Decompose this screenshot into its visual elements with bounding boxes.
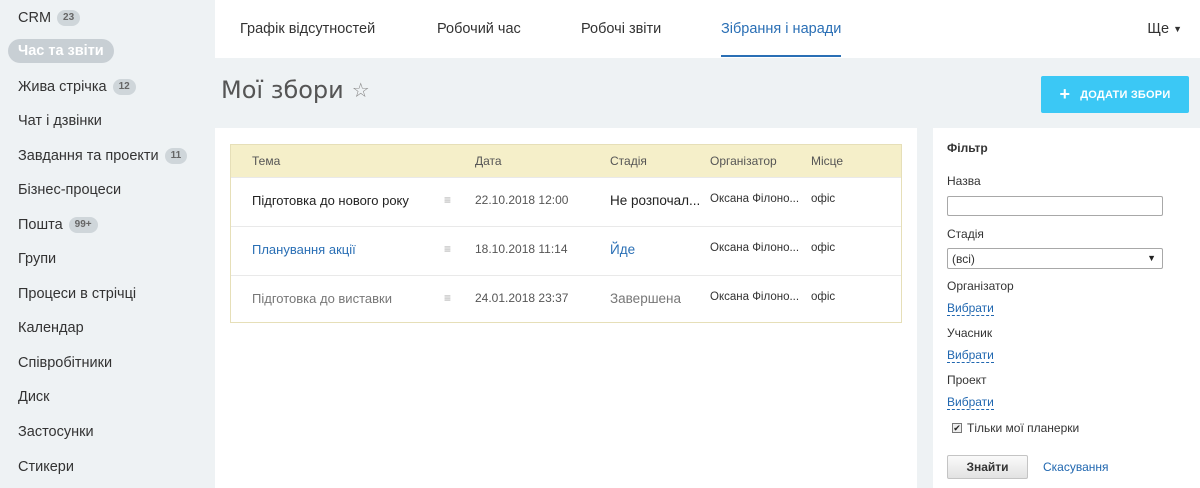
sidebar-item-crm[interactable]: CRM 23 xyxy=(8,6,90,30)
row-menu-icon[interactable]: ≡ xyxy=(444,193,451,207)
sidebar-item-label: Співробітники xyxy=(18,355,113,371)
counter-badge: 11 xyxy=(164,148,188,164)
stage-select-value: (всі) xyxy=(952,252,975,266)
chevron-down-icon: ▼ xyxy=(1147,253,1156,263)
column-header-topic[interactable]: Тема xyxy=(252,154,280,168)
plus-icon: + xyxy=(1059,84,1071,104)
filter-panel: Фільтр Назва Стадія (всі) ▼ Організатор … xyxy=(933,128,1200,488)
sidebar-item-label: Застосунки xyxy=(18,424,94,440)
row-menu-icon[interactable]: ≡ xyxy=(444,291,451,305)
table-header: Тема Дата Стадія Організатор Місце xyxy=(231,145,901,177)
meeting-date: 22.10.2018 12:00 xyxy=(475,193,569,207)
column-header-organizer[interactable]: Організатор xyxy=(710,154,777,168)
find-button[interactable]: Знайти xyxy=(947,455,1028,479)
sidebar-item-label: Жива стрічка xyxy=(18,79,107,95)
sidebar-item-label: Групи xyxy=(18,251,57,267)
sidebar-item-label: CRM xyxy=(18,10,52,26)
counter-badge: 12 xyxy=(112,79,136,95)
table-row[interactable]: Підготовка до виставки ≡ 24.01.2018 23:3… xyxy=(231,275,901,324)
sidebar-item-live-feed[interactable]: Жива стрічка 12 xyxy=(8,75,146,99)
choose-project-link[interactable]: Вибрати xyxy=(947,395,994,410)
add-meeting-button[interactable]: + ДОДАТИ ЗБОРИ xyxy=(1041,76,1189,113)
column-header-date[interactable]: Дата xyxy=(475,154,502,168)
sidebar-item-label: Завдання та проекти xyxy=(18,148,159,164)
main-panel: Тема Дата Стадія Організатор Місце Підго… xyxy=(215,128,917,488)
meeting-stage: Йде xyxy=(610,242,636,257)
name-input[interactable] xyxy=(947,196,1163,216)
name-label: Назва xyxy=(947,174,981,188)
sidebar-item-stickers[interactable]: Стикери xyxy=(8,455,84,479)
choose-organizer-link[interactable]: Вибрати xyxy=(947,301,994,316)
sidebar-item-label: Стикери xyxy=(18,459,74,475)
counter-badge: 99+ xyxy=(68,217,98,233)
table-row[interactable]: Підготовка до нового року ≡ 22.10.2018 1… xyxy=(231,177,901,226)
meeting-topic[interactable]: Підготовка до нового року xyxy=(252,193,409,208)
participant-label: Учасник xyxy=(947,326,993,340)
meeting-stage: Не розпочал... xyxy=(610,193,701,208)
column-header-stage[interactable]: Стадія xyxy=(610,154,647,168)
only-mine-label: Тільки мої планерки xyxy=(967,421,1080,435)
sidebar-item-groups[interactable]: Групи xyxy=(8,247,66,271)
sidebar-item-drive[interactable]: Диск xyxy=(8,385,60,409)
only-mine-checkbox-row[interactable]: ✔ Тільки мої планерки xyxy=(952,421,1079,435)
sidebar-item-calendar[interactable]: Календар xyxy=(8,316,94,340)
star-icon[interactable]: ☆ xyxy=(352,78,370,102)
meeting-topic[interactable]: Підготовка до виставки xyxy=(252,291,392,306)
page-title-row: Мої збори ☆ xyxy=(221,76,370,104)
choose-participant-link[interactable]: Вибрати xyxy=(947,348,994,363)
sidebar-item-label: Бізнес-процеси xyxy=(18,182,122,198)
more-label: Ще xyxy=(1147,21,1170,37)
sidebar-item-applications[interactable]: Застосунки xyxy=(8,420,104,444)
sidebar-item-label: Диск xyxy=(18,389,50,405)
meeting-date: 18.10.2018 11:14 xyxy=(475,242,568,256)
row-menu-icon[interactable]: ≡ xyxy=(444,242,451,256)
sidebar-item-mail[interactable]: Пошта 99+ xyxy=(8,213,108,237)
sidebar-item-tasks-projects[interactable]: Завдання та проекти 11 xyxy=(8,144,197,168)
sidebar-item-chat-calls[interactable]: Чат і дзвінки xyxy=(8,109,112,133)
meeting-organizer: Оксана Філоно... xyxy=(710,242,800,254)
table-row[interactable]: Планування акції ≡ 18.10.2018 11:14 Йде … xyxy=(231,226,901,275)
sidebar-item-label: Календар xyxy=(18,320,84,336)
tab-meetings[interactable]: Зібрання і наради xyxy=(721,0,842,58)
stage-select[interactable]: (всі) ▼ xyxy=(947,248,1163,269)
page-title: Мої збори xyxy=(221,76,344,104)
project-label: Проект xyxy=(947,373,987,387)
chevron-down-icon: ▼ xyxy=(1173,24,1182,34)
meeting-organizer: Оксана Філоно... xyxy=(710,291,800,303)
only-mine-checkbox[interactable]: ✔ xyxy=(952,423,962,433)
more-menu-button[interactable]: Ще ▼ xyxy=(1147,0,1182,58)
cancel-link[interactable]: Скасування xyxy=(1043,460,1109,474)
tab-work-reports[interactable]: Робочі звіти xyxy=(581,0,661,58)
meeting-topic[interactable]: Планування акції xyxy=(252,242,356,257)
sidebar-item-business-processes[interactable]: Бізнес-процеси xyxy=(8,178,131,202)
sidebar-item-employees[interactable]: Співробітники xyxy=(8,351,122,375)
top-navigation: Графік відсутностей Робочий час Робочі з… xyxy=(215,0,1200,58)
meeting-place: офіс xyxy=(811,242,836,254)
meeting-place: офіс xyxy=(811,193,836,205)
meeting-stage: Завершена xyxy=(610,291,682,306)
sidebar-item-label: Чат і дзвінки xyxy=(18,113,102,129)
meeting-date: 24.01.2018 23:37 xyxy=(475,291,569,305)
sidebar-item-label: Пошта xyxy=(18,217,63,233)
meetings-table: Тема Дата Стадія Організатор Місце Підго… xyxy=(230,144,902,323)
meeting-organizer: Оксана Філоно... xyxy=(710,193,800,205)
filter-title: Фільтр xyxy=(947,141,988,155)
meeting-place: офіс xyxy=(811,291,836,303)
sidebar-item-label: Процеси в стрічці xyxy=(18,286,137,302)
sidebar-item-feed-processes[interactable]: Процеси в стрічці xyxy=(8,282,146,306)
sidebar-item-label: Час та звіти xyxy=(18,43,104,59)
organizer-label: Організатор xyxy=(947,279,1014,293)
left-sidebar: CRM 23 Час та звіти Жива стрічка 12 Чат … xyxy=(0,0,215,488)
add-meeting-label: ДОДАТИ ЗБОРИ xyxy=(1080,88,1171,101)
stage-label: Стадія xyxy=(947,227,984,241)
sidebar-item-time-reports[interactable]: Час та звіти xyxy=(8,39,114,63)
column-header-place[interactable]: Місце xyxy=(811,154,843,168)
tab-absence-chart[interactable]: Графік відсутностей xyxy=(240,0,375,58)
counter-badge: 23 xyxy=(57,10,81,26)
tab-work-time[interactable]: Робочий час xyxy=(437,0,521,58)
